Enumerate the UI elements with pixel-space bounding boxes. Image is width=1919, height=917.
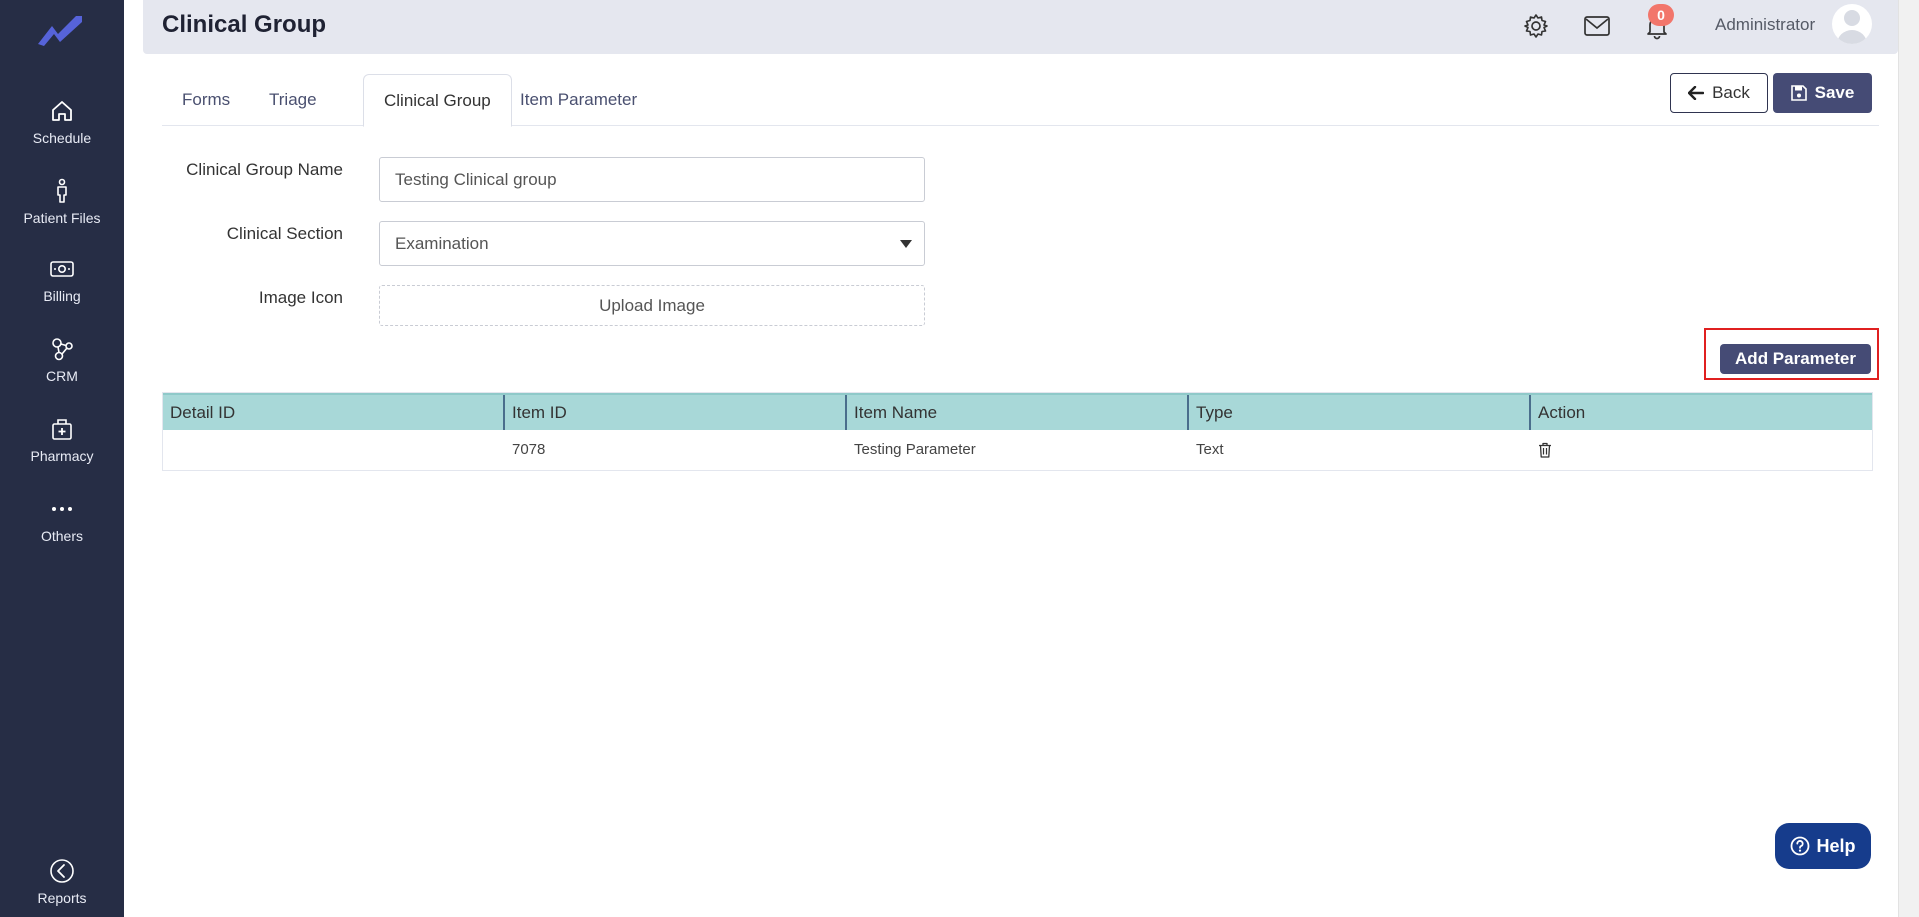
clinical-section-label: Clinical Section	[226, 224, 343, 243]
sidebar-item-schedule[interactable]: Schedule	[0, 98, 124, 148]
cell-detail-id	[163, 430, 505, 470]
sidebar-item-reports[interactable]: Reports	[0, 858, 124, 908]
sidebar-item-label: Pharmacy	[30, 448, 94, 464]
pharmacy-icon	[52, 419, 72, 440]
sidebar-item-label: Patient Files	[23, 210, 101, 226]
trash-icon[interactable]	[1538, 442, 1552, 458]
help-label: Help	[1816, 835, 1856, 856]
sidebar-item-crm[interactable]: CRM	[0, 336, 124, 386]
money-icon	[50, 261, 74, 277]
sidebar-item-label: Billing	[43, 288, 81, 304]
sidebar-item-patient-files[interactable]: Patient Files	[0, 178, 124, 228]
column-header-detail-id[interactable]: Detail ID	[163, 395, 505, 430]
clinical-section-value: Examination	[395, 234, 489, 253]
column-header-item-name[interactable]: Item Name	[847, 395, 1189, 430]
sidebar-item-label: Reports	[37, 890, 87, 906]
mail-icon[interactable]	[1583, 12, 1611, 40]
clinical-group-name-input[interactable]: Testing Clinical group	[379, 157, 925, 202]
page-title: Clinical Group	[162, 11, 327, 38]
cell-item-id: 7078	[512, 441, 546, 458]
sidebar-item-label: CRM	[46, 368, 78, 384]
arrow-left-icon	[1688, 86, 1705, 100]
sidebar-item-pharmacy[interactable]: Pharmacy	[0, 416, 124, 466]
tab-forms[interactable]: Forms	[162, 74, 250, 126]
reports-back-icon	[50, 859, 74, 883]
brand-logo-icon[interactable]	[36, 12, 86, 48]
save-button-label: Save	[1814, 83, 1855, 102]
main-content: Clinical Group 0 Administrator Forms Tri…	[143, 0, 1898, 917]
home-icon	[52, 101, 72, 121]
avatar[interactable]	[1832, 4, 1872, 44]
back-button[interactable]: Back	[1670, 73, 1768, 113]
more-dots-icon	[52, 507, 72, 511]
crm-network-icon	[52, 338, 73, 361]
save-button[interactable]: Save	[1773, 73, 1872, 113]
page-scrollbar[interactable]	[1898, 0, 1919, 917]
add-parameter-button[interactable]: Add Parameter	[1720, 344, 1871, 374]
top-header: Clinical Group 0 Administrator	[143, 0, 1898, 54]
tab-triage[interactable]: Triage	[249, 74, 337, 126]
gear-icon[interactable]	[1522, 12, 1550, 40]
clinical-section-select[interactable]: Examination	[379, 221, 925, 266]
column-header-action: Action	[1538, 403, 1586, 422]
upload-image-button[interactable]: Upload Image	[379, 285, 925, 326]
user-avatar-icon	[1837, 10, 1867, 44]
help-button[interactable]: Help	[1775, 823, 1871, 869]
column-header-type[interactable]: Type	[1189, 395, 1531, 430]
sidebar-item-others[interactable]: Others	[0, 496, 124, 546]
back-button-label: Back	[1712, 83, 1750, 102]
table-header: Detail ID Item ID Item Name Type Action	[163, 393, 1872, 430]
cell-item-name: Testing Parameter	[854, 441, 976, 458]
sidebar-item-label: Schedule	[32, 130, 92, 146]
tab-bar: Forms Triage Clinical Group Item Paramet…	[162, 74, 1879, 127]
notification-badge: 0	[1648, 4, 1674, 26]
table-row: 7078 Testing Parameter Text	[163, 430, 1872, 470]
sidebar-item-label: Others	[40, 528, 83, 544]
parameter-table: Detail ID Item ID Item Name Type Action …	[162, 392, 1873, 471]
clinical-group-name-label: Clinical Group Name	[186, 160, 343, 179]
question-circle-icon	[1791, 836, 1810, 856]
image-icon-label: Image Icon	[258, 288, 343, 307]
dropdown-arrow-icon	[900, 240, 912, 248]
person-icon	[57, 178, 67, 203]
tab-item-parameter[interactable]: Item Parameter	[500, 74, 657, 126]
cell-action	[1531, 430, 1872, 470]
sidebar-item-billing[interactable]: Billing	[0, 256, 124, 306]
column-header-item-id[interactable]: Item ID	[505, 395, 847, 430]
floppy-disk-icon	[1790, 85, 1807, 101]
tab-clinical-group[interactable]: Clinical Group	[363, 74, 512, 127]
user-name[interactable]: Administrator	[1715, 15, 1815, 35]
sidebar: Schedule Patient Files Billing CRM Pharm…	[0, 0, 124, 917]
cell-type: Text	[1196, 441, 1224, 458]
